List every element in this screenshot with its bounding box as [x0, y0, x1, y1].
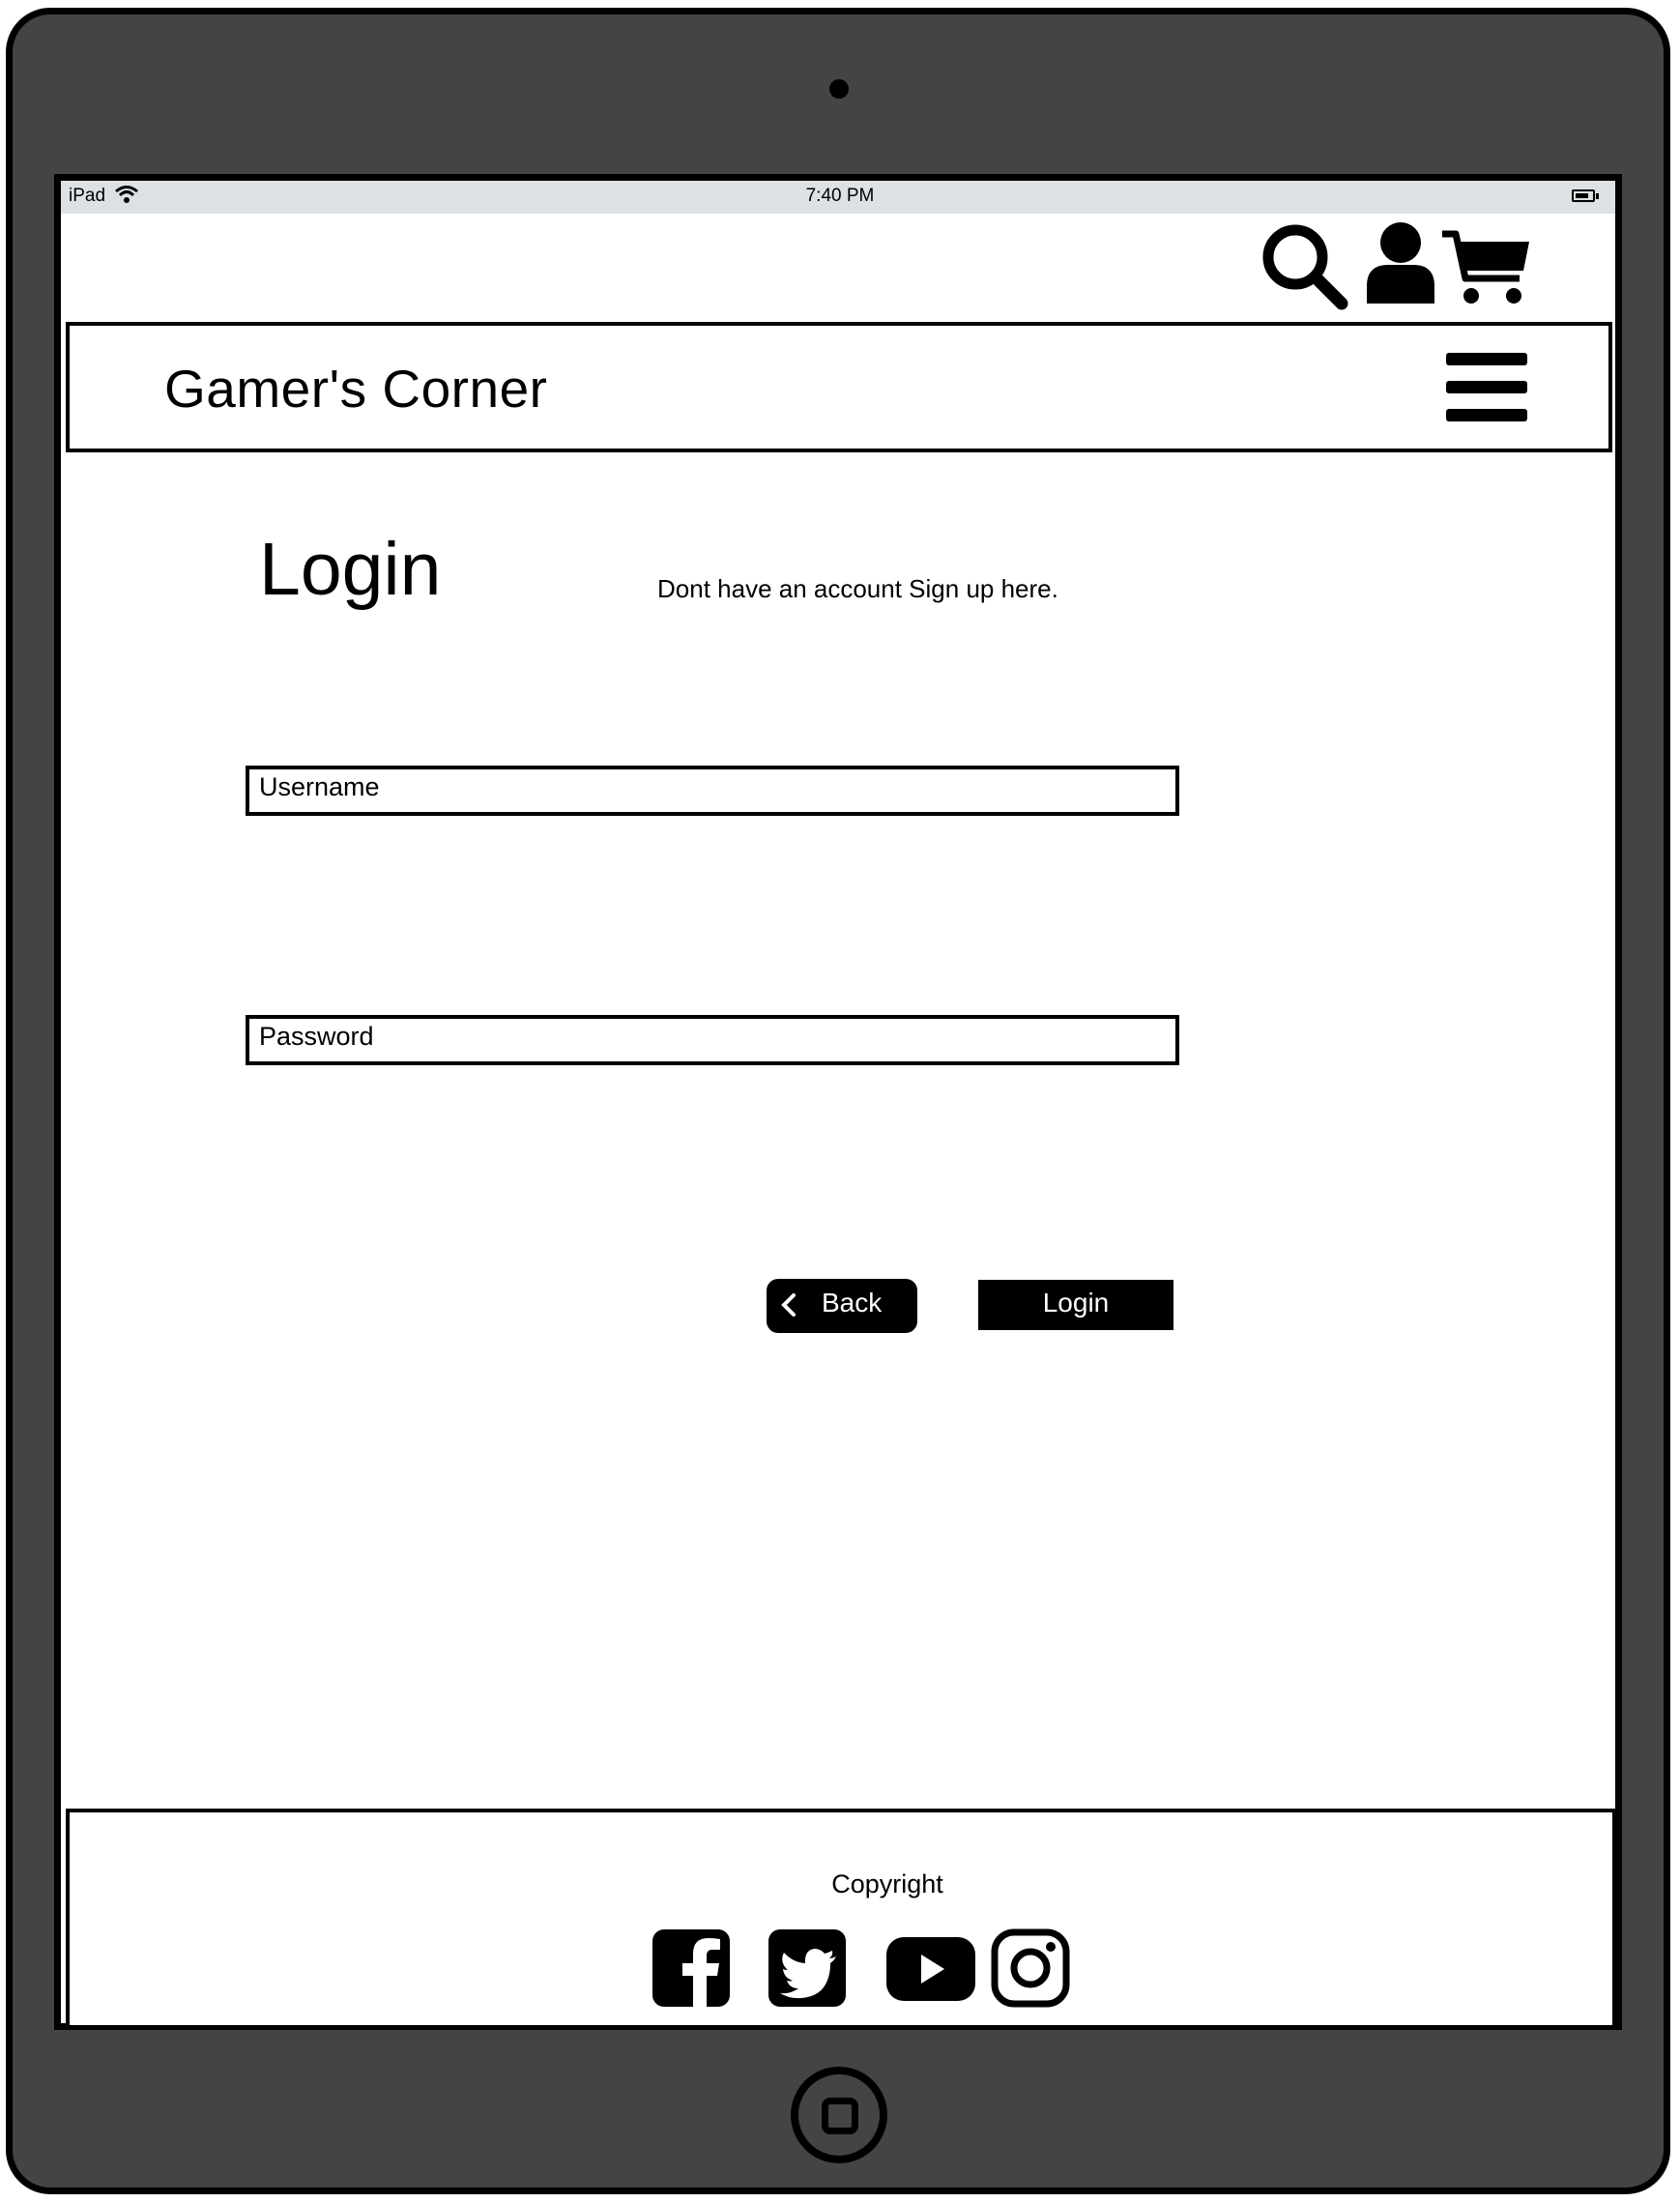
username-input[interactable]: Username [246, 766, 1179, 816]
facebook-icon[interactable] [651, 1927, 732, 2009]
hamburger-line [1446, 381, 1527, 393]
status-time: 7:40 PM [805, 186, 875, 206]
youtube-icon[interactable] [884, 1927, 977, 2009]
hamburger-line [1446, 409, 1527, 421]
battery-tip [1596, 193, 1599, 199]
screen [54, 174, 1622, 2030]
login-button-label: Login [1042, 1288, 1110, 1318]
battery-level [1576, 193, 1588, 198]
password-input[interactable]: Password [246, 1015, 1179, 1065]
copyright-text: Copyright [831, 1869, 943, 1898]
signup-link[interactable]: Dont have an account Sign up here. [657, 574, 1058, 604]
cart-icon[interactable] [1440, 228, 1531, 307]
instagram-icon[interactable] [990, 1927, 1071, 2009]
search-icon[interactable] [1259, 220, 1349, 311]
page-title: Login [259, 528, 442, 611]
brand-title[interactable]: Gamer's Corner [164, 358, 548, 420]
twitter-icon[interactable] [767, 1927, 848, 2009]
hamburger-menu-icon[interactable] [1446, 353, 1527, 422]
hamburger-line [1446, 353, 1527, 365]
camera-icon [829, 79, 849, 99]
home-button-square-icon [822, 2098, 858, 2134]
back-button-label: Back [822, 1288, 883, 1318]
user-icon[interactable] [1365, 222, 1436, 304]
chevron-left-icon [781, 1293, 796, 1317]
